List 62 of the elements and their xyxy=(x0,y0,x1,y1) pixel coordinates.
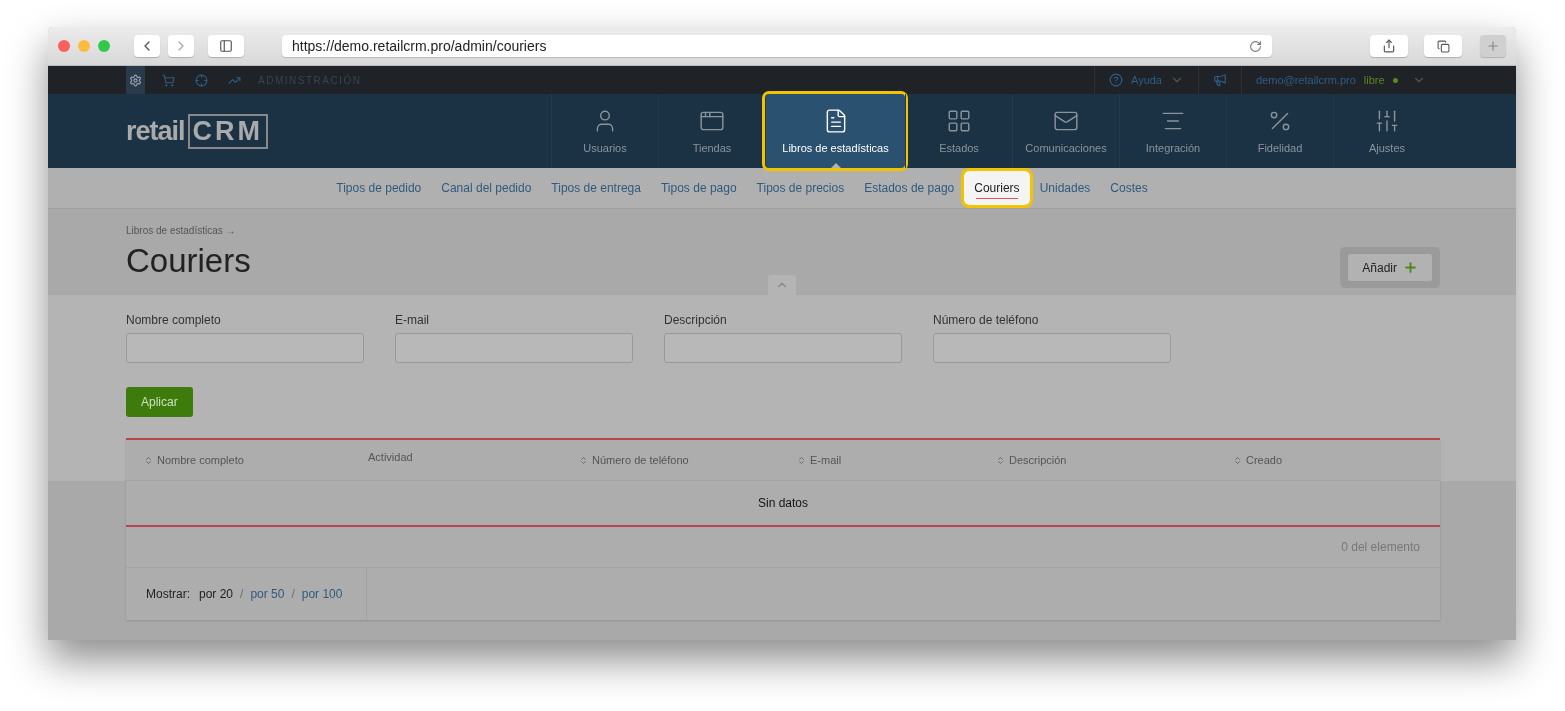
logo[interactable]: retail CRM xyxy=(126,94,269,168)
page-size-link[interactable]: por 20 xyxy=(199,587,234,601)
subnav-tab[interactable]: Canal del pedido xyxy=(431,171,542,205)
column-header[interactable]: E-mail xyxy=(797,454,996,466)
plus-icon xyxy=(1486,39,1500,53)
back-button[interactable] xyxy=(134,35,160,57)
column-header[interactable]: Creado xyxy=(1233,454,1440,466)
input-field[interactable] xyxy=(395,333,633,363)
account-link[interactable]: demo@retailcrm.pro xyxy=(1256,74,1356,86)
page-size-label: Mostrar: xyxy=(146,587,190,601)
share-icon xyxy=(1382,39,1396,53)
breadcrumb-link[interactable]: Libros de estadísticas → xyxy=(126,225,251,236)
sliders-icon xyxy=(1374,108,1400,134)
subnav-tab[interactable]: Tipos de entrega xyxy=(541,171,651,205)
help-icon xyxy=(1109,73,1123,87)
input-field[interactable] xyxy=(664,333,902,363)
column-header[interactable]: Número de teléfono xyxy=(579,454,797,466)
apply-button[interactable]: Aplicar xyxy=(126,387,193,417)
grid-icon xyxy=(946,108,972,134)
column-header[interactable]: Nombre completo xyxy=(144,454,368,466)
share-button[interactable] xyxy=(1370,35,1408,57)
close-window-icon[interactable] xyxy=(58,40,70,52)
minimize-window-icon[interactable] xyxy=(78,40,90,52)
sidebar-icon xyxy=(219,39,233,53)
page-size-link[interactable]: por 50 xyxy=(250,587,285,601)
column-header[interactable]: Descripción xyxy=(996,454,1233,466)
page-size-link[interactable]: por 100 xyxy=(301,587,343,601)
help-link[interactable]: Ayuda xyxy=(1131,74,1162,86)
forward-button[interactable] xyxy=(168,35,194,57)
subnav-tab[interactable]: Estados de pago xyxy=(854,171,965,205)
reload-icon[interactable] xyxy=(1249,39,1262,53)
status-dot xyxy=(1392,77,1398,83)
new-tab-button[interactable] xyxy=(1480,35,1506,57)
add-button[interactable]: Añadir xyxy=(1347,253,1433,282)
field-label: E-mail xyxy=(395,313,430,327)
separator: / xyxy=(291,587,295,601)
nav-tab[interactable]: Libros de estadísticas xyxy=(765,94,905,168)
page-title: Couriers xyxy=(126,242,251,280)
subnav-tab[interactable]: Costes xyxy=(1100,171,1158,205)
megaphone-icon[interactable] xyxy=(1213,73,1227,87)
sidebar-button[interactable] xyxy=(208,35,244,57)
settings-icon[interactable] xyxy=(126,66,145,94)
input-field[interactable] xyxy=(126,333,364,363)
subnav-tab[interactable]: Tipos de pedido xyxy=(326,171,432,205)
field-label: Número de teléfono xyxy=(933,313,1040,327)
subnav-tab[interactable]: Tipos de pago xyxy=(650,171,747,205)
subnav-tab[interactable]: Couriers xyxy=(964,171,1030,205)
maximize-window-icon[interactable] xyxy=(98,40,110,52)
collapse-button[interactable] xyxy=(768,275,796,295)
field-label: Nombre completo xyxy=(126,313,222,327)
subnav-tab[interactable]: Unidades xyxy=(1029,171,1101,205)
empty-message: Sin datos xyxy=(126,481,1440,527)
tabs-icon xyxy=(1436,39,1450,53)
subnav-tab[interactable]: Tipos de precios xyxy=(746,171,855,205)
address-field[interactable]: https://demo.retailcrm.pro/admin/couriers xyxy=(282,35,1272,57)
field-label: Descripción xyxy=(664,313,728,327)
column-header: Actividad xyxy=(368,451,414,463)
separator: / xyxy=(240,587,244,601)
plus-icon xyxy=(1403,260,1418,275)
tabs-button[interactable] xyxy=(1424,35,1462,57)
input-field[interactable] xyxy=(933,333,1171,363)
plan-label: libre xyxy=(1363,74,1385,86)
